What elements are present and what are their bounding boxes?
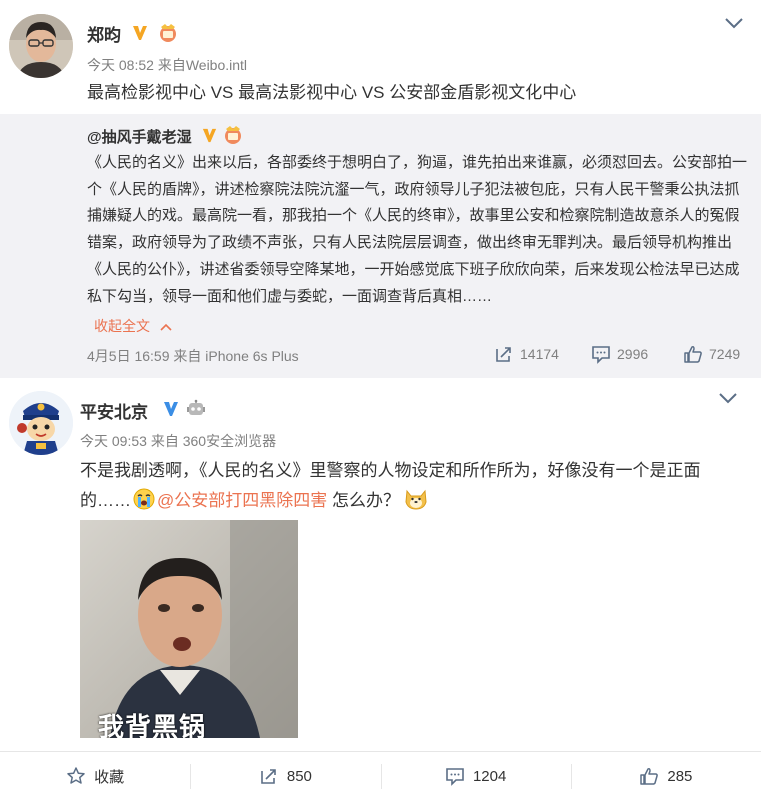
repost-text: 《人民的名义》出来以后，各部委终于想明白了，狗逼，谁先拍出来谁赢，必须怼回去。公… [87, 154, 748, 305]
favorite-button[interactable]: 收藏 [0, 752, 190, 800]
post-source[interactable]: Weibo.intl [186, 57, 247, 73]
medal-icon[interactable] [158, 23, 178, 43]
chevron-down-icon[interactable] [718, 391, 738, 405]
repost-icon [496, 347, 511, 362]
photo-caption: 我背黑锅 [98, 712, 207, 738]
chevron-up-icon[interactable] [160, 322, 172, 332]
repost-icon [261, 769, 276, 784]
like-button[interactable]: 285 [570, 752, 761, 800]
like-count: 7249 [709, 346, 741, 362]
comment-icon [446, 768, 464, 786]
post-image[interactable]: 我背黑锅 [80, 520, 298, 738]
post-time[interactable]: 今天 08:52 [87, 57, 154, 73]
verified-badge-icon [133, 26, 147, 40]
comment-count: 2996 [617, 346, 649, 362]
post-source[interactable]: 360安全浏览器 [183, 433, 276, 449]
star-icon [67, 767, 85, 784]
post-time[interactable]: 今天 09:53 [80, 433, 147, 449]
post-meta: 今天 09:53 来自 360安全浏览器 [80, 431, 276, 451]
post-text-part2: 怎么办？ [327, 491, 400, 510]
comment-button[interactable]: 1204 [380, 752, 571, 800]
post-text: 最高检影视中心 VS 最高法影视中心 VS 公安部金盾影视文化中心 [87, 83, 577, 102]
verified-badge-icon [202, 128, 217, 143]
repost-meta: 4月5日 16:59 来自 iPhone 6s Plus [87, 346, 299, 366]
like-icon [640, 768, 659, 785]
like-icon [684, 346, 702, 363]
source-prefix: 来自 [157, 57, 186, 73]
post-text: 不是我剧透啊，《人民的名义》里警察的人物设定和所作所为，好像没有一个是正面的……… [80, 456, 740, 516]
chevron-down-icon[interactable] [724, 16, 744, 30]
verified-badge-icon [164, 402, 178, 416]
like-count: 285 [667, 767, 693, 785]
collapse-label[interactable]: 收起全文 [94, 318, 150, 334]
username[interactable]: 平安北京 [80, 398, 148, 423]
repost-source[interactable]: iPhone 6s Plus [205, 348, 298, 364]
username[interactable]: 郑昀 [87, 21, 121, 46]
repost-username-text[interactable]: @抽风手戴老湿 [87, 129, 192, 146]
medal-icon[interactable] [223, 125, 243, 145]
repost-username[interactable]: @抽风手戴老湿 [87, 126, 192, 147]
comment-count-button[interactable]: 2996 [591, 344, 648, 364]
favorite-label: 收藏 [94, 768, 125, 786]
collapse-button[interactable]: 收起全文 [94, 316, 172, 336]
mention-link[interactable]: @公安部打四黑除四害 [157, 491, 327, 510]
avatar[interactable] [9, 391, 73, 455]
doge-emoji-icon [405, 489, 427, 510]
action-bar: 收藏 850 1204 285 [0, 751, 761, 800]
comment-count: 1204 [472, 767, 507, 785]
robot-icon[interactable] [186, 399, 206, 419]
weibo-post-1: 郑昀 今天 08:52 来自Weibo.intl 最高检影视中心 VS 最高法影… [0, 0, 761, 378]
repost-time[interactable]: 4月5日 16:59 [87, 348, 170, 364]
repost-button[interactable]: 850 [190, 752, 380, 800]
like-count-button[interactable]: 7249 [683, 344, 740, 364]
repost-count: 850 [286, 767, 312, 785]
source-prefix: 来自 [150, 433, 179, 449]
source-prefix: 来自 [173, 348, 202, 364]
post-meta: 今天 08:52 来自Weibo.intl [87, 55, 247, 75]
repost-count: 14174 [520, 346, 559, 362]
comment-icon [592, 346, 610, 364]
repost-count-button[interactable]: 14174 [494, 344, 559, 364]
avatar[interactable] [9, 14, 73, 78]
crying-emoji-icon [133, 488, 155, 510]
